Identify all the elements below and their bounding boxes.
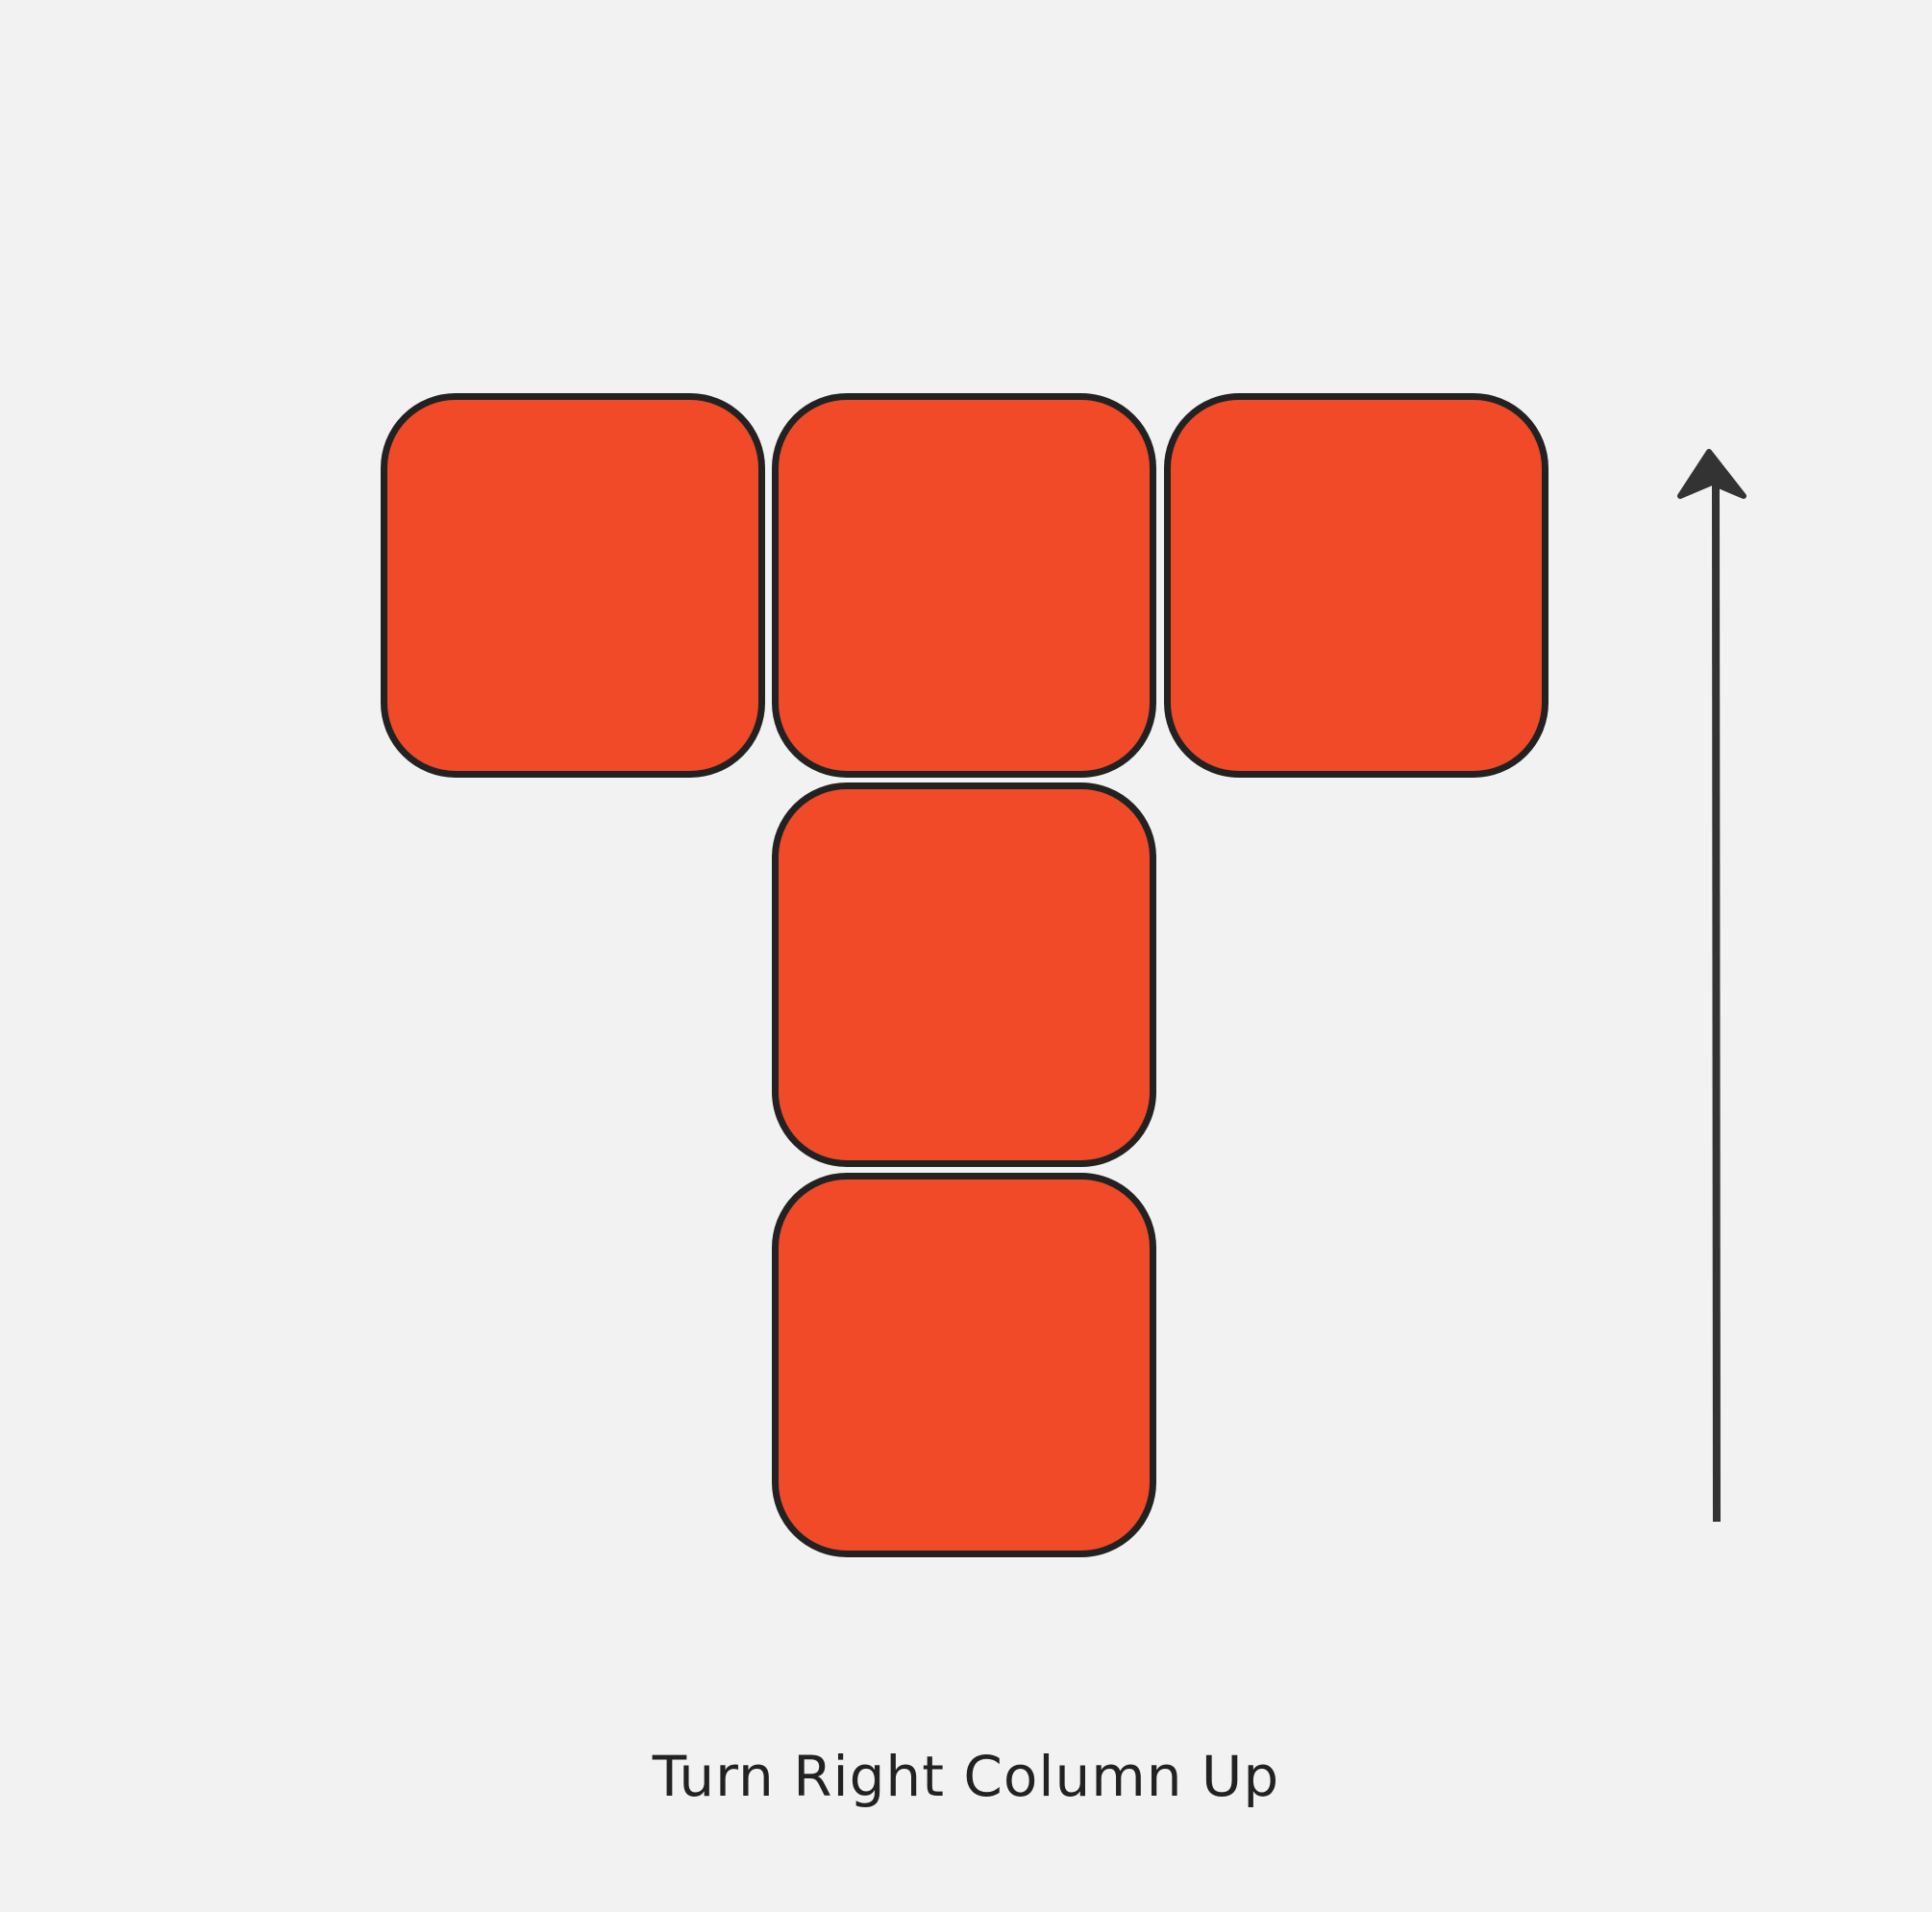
caption-text: Turn Right Column Up bbox=[652, 1744, 1280, 1809]
tile-row0-col2[interactable] bbox=[1164, 393, 1548, 778]
arrow-head bbox=[1677, 449, 1746, 499]
puzzle-board: Turn Right Column Up bbox=[0, 0, 1932, 1912]
tile-row1-col1[interactable] bbox=[772, 782, 1156, 1167]
tile-row2-col1[interactable] bbox=[772, 1173, 1156, 1557]
arrow-up-icon bbox=[1677, 449, 1746, 1523]
tile-row0-col0[interactable] bbox=[381, 393, 765, 778]
arrow-shaft bbox=[1712, 484, 1721, 1523]
tile-row0-col1[interactable] bbox=[772, 393, 1156, 778]
